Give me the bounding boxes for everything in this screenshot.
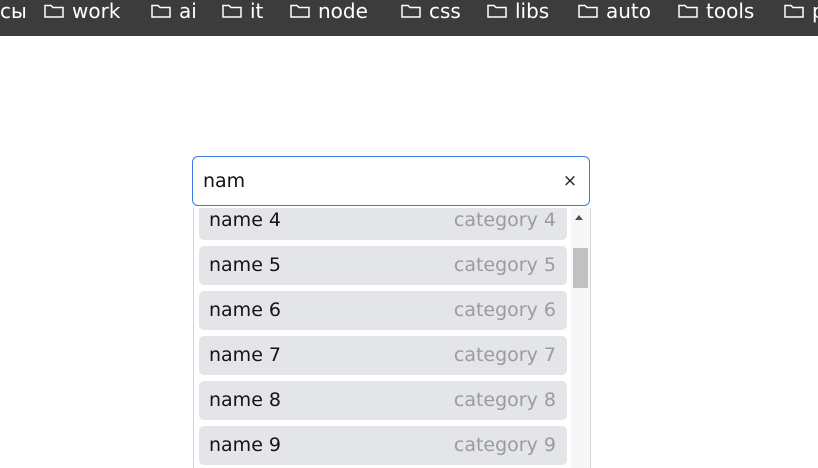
result-name: name 8: [209, 389, 282, 411]
result-name: name 6: [209, 299, 282, 321]
results-dropdown: name 4 category 4 name 5 category 5 name…: [193, 208, 591, 468]
folder-icon: [578, 4, 598, 18]
bookmark-css[interactable]: css: [401, 0, 461, 23]
result-category: category 6: [453, 299, 556, 321]
result-item[interactable]: name 7 category 7: [199, 336, 567, 375]
bookmark-label: node: [318, 0, 368, 23]
result-item[interactable]: name 8 category 8: [199, 381, 567, 420]
result-list: name 4 category 4 name 5 category 5 name…: [199, 208, 567, 468]
bookmark-label: work: [72, 0, 121, 23]
result-category: category 4: [453, 209, 556, 231]
folder-icon: [678, 4, 698, 18]
folder-icon: [401, 4, 421, 18]
result-name: name 9: [209, 434, 282, 456]
bookmark-label: р: [812, 0, 818, 23]
result-name: name 5: [209, 254, 282, 276]
bookmark-label: tools: [706, 0, 755, 23]
result-category: category 8: [453, 389, 556, 411]
clear-search-button[interactable]: ×: [561, 171, 579, 191]
bookmark-auto[interactable]: auto: [578, 0, 652, 23]
result-item[interactable]: name 9 category 9: [199, 426, 567, 465]
result-name: name 7: [209, 344, 282, 366]
result-item[interactable]: name 6 category 6: [199, 291, 567, 330]
folder-icon: [784, 4, 804, 18]
folder-icon: [151, 4, 171, 18]
results-scrollbar[interactable]: [571, 208, 590, 468]
bookmark-work[interactable]: work: [44, 0, 121, 23]
search-box: ×: [192, 156, 590, 206]
bookmark-node[interactable]: node: [290, 0, 368, 23]
bookmark-label: libs: [515, 0, 550, 23]
folder-icon: [222, 4, 242, 18]
result-item[interactable]: name 4 category 4: [199, 208, 567, 240]
bookmark-label: css: [429, 0, 461, 23]
scrollbar-thumb[interactable]: [573, 248, 588, 288]
bookmark-libs[interactable]: libs: [487, 0, 550, 23]
bookmarks-bar: сы work ai it node css libs auto tools р: [0, 0, 818, 36]
result-category: category 9: [453, 434, 556, 456]
result-category: category 7: [453, 344, 556, 366]
search-input[interactable]: [203, 157, 553, 205]
bookmark-tools[interactable]: tools: [678, 0, 755, 23]
result-name: name 4: [209, 209, 282, 231]
bookmark-label: auto: [606, 0, 652, 23]
bookmark-it[interactable]: it: [222, 0, 264, 23]
bookmark-partial-right[interactable]: р: [784, 0, 818, 23]
bookmark-label: it: [250, 0, 264, 23]
bookmark-label: ai: [179, 0, 197, 23]
bookmark-partial[interactable]: сы: [0, 0, 27, 22]
bookmark-ai[interactable]: ai: [151, 0, 197, 23]
folder-icon: [290, 4, 310, 18]
folder-icon: [487, 4, 507, 18]
result-item[interactable]: name 5 category 5: [199, 246, 567, 285]
result-category: category 5: [453, 254, 556, 276]
folder-icon: [44, 4, 64, 18]
triangle-up-icon[interactable]: [575, 215, 583, 220]
